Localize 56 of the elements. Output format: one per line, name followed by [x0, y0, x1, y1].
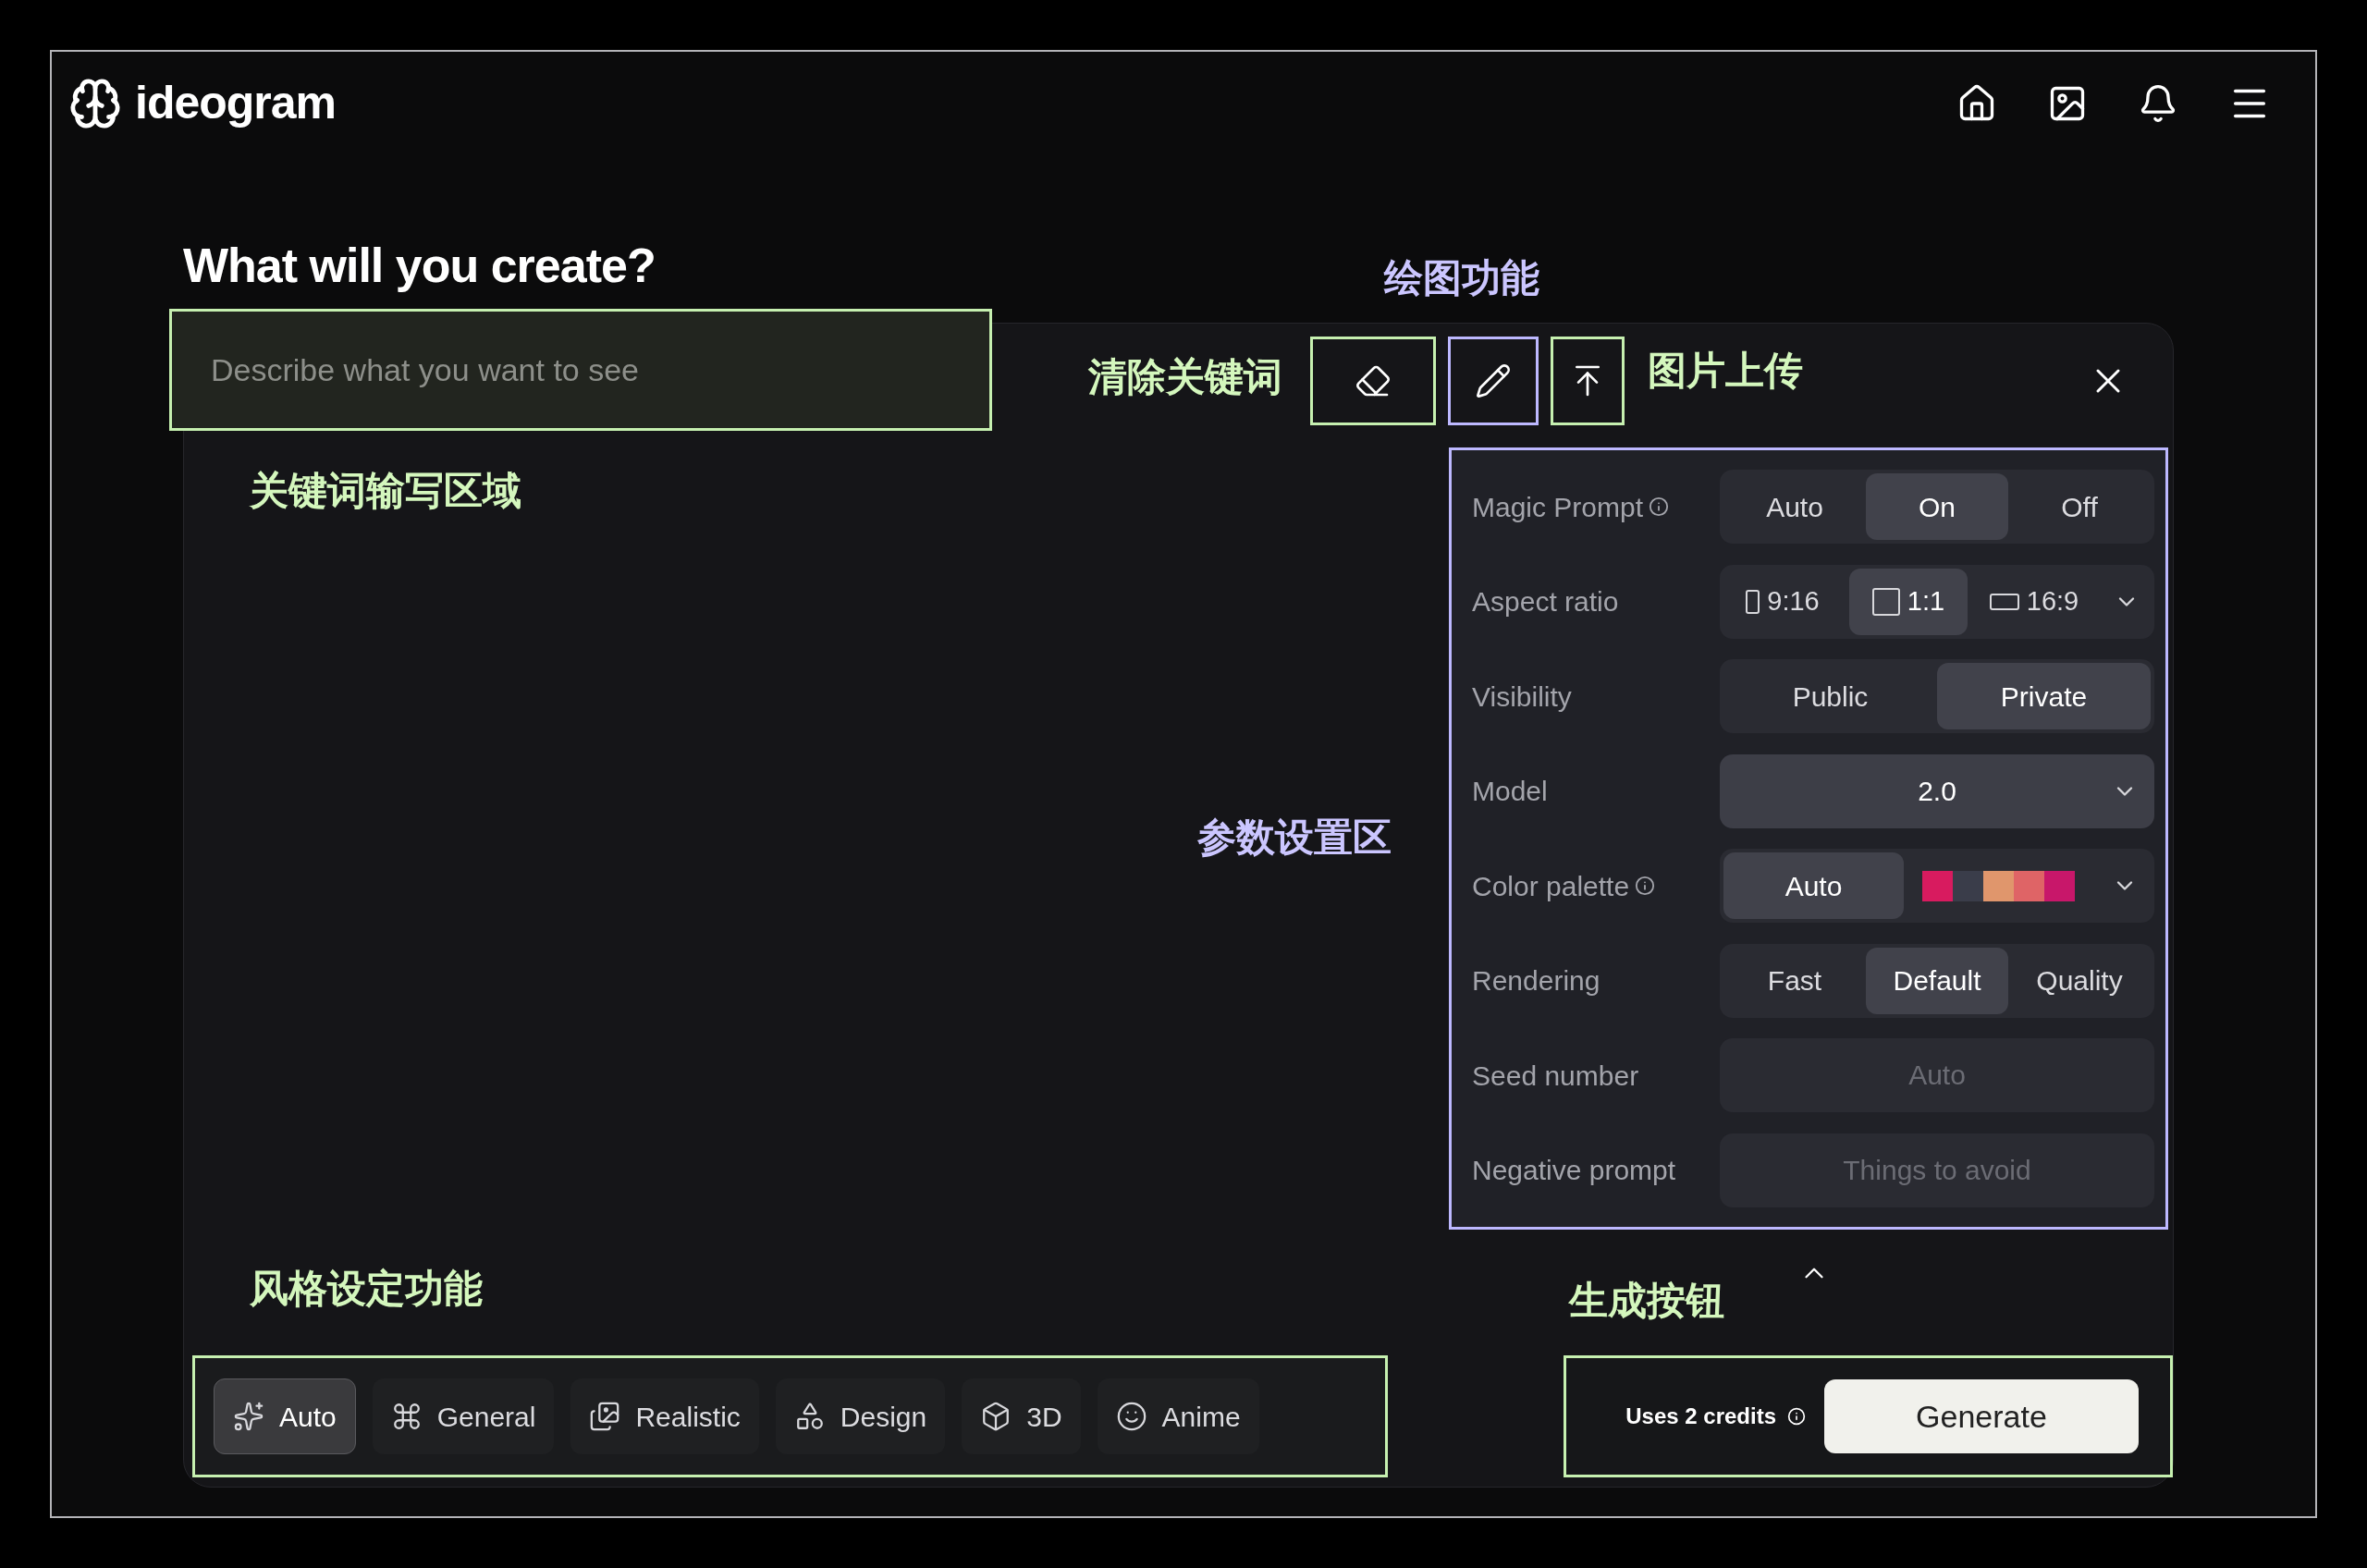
setting-label: Model [1472, 775, 1548, 809]
info-icon[interactable] [1635, 876, 1656, 897]
aspect-option[interactable]: 9:16 [1723, 568, 1842, 635]
setting-label: Rendering [1472, 964, 1600, 998]
portrait-icon [1746, 589, 1760, 614]
style-option[interactable]: Realistic [570, 1378, 759, 1454]
annotation-label: 参数设置区 [1197, 818, 1392, 857]
photos-icon [589, 1401, 621, 1432]
face-icon [1115, 1401, 1147, 1432]
segment-option[interactable]: On [1866, 473, 2008, 541]
segment-option[interactable]: Quality [2008, 947, 2151, 1014]
sparkles-icon [233, 1401, 264, 1432]
segment-option[interactable]: Auto [1723, 473, 1866, 541]
style-option[interactable]: Design [775, 1378, 946, 1454]
style-option[interactable]: General [372, 1378, 555, 1454]
segment-option[interactable]: Private [1937, 663, 2151, 730]
annotation-label: 关键词输写区域 [250, 472, 521, 510]
setting-label: Magic Prompt [1472, 490, 1644, 524]
credits-text: Uses 2 credits [1625, 1403, 1776, 1430]
auto-palette-button[interactable]: Auto [1723, 852, 1904, 920]
setting-label: Visibility [1472, 680, 1572, 714]
prompt-field[interactable]: Describe what you want to see [169, 309, 992, 431]
aspect-option[interactable]: 1:1 [1849, 568, 1968, 635]
annotation-label: 图片上传 [1648, 351, 1803, 390]
square-icon [1871, 587, 1900, 616]
info-icon[interactable] [1649, 496, 1670, 518]
segment-option[interactable]: Public [1723, 663, 1937, 730]
annotation-label: 绘图功能 [1384, 259, 1539, 298]
eraser-button[interactable] [1310, 337, 1436, 425]
landscape-icon [1989, 593, 2019, 610]
model-select[interactable]: 2.0 [1720, 753, 2154, 828]
text-field[interactable]: Things to avoid [1720, 1133, 2154, 1207]
segment-option[interactable]: Default [1866, 947, 2008, 1014]
ratio-label: 16:9 [2026, 585, 2079, 618]
setting-label: Color palette [1472, 869, 1630, 903]
upload-button[interactable] [1551, 337, 1625, 425]
text-field[interactable]: Auto [1720, 1038, 2154, 1113]
setting-label: Aspect ratio [1472, 585, 1619, 619]
generate-button[interactable]: Generate [1824, 1379, 2139, 1453]
segment-option[interactable]: Fast [1723, 947, 1866, 1014]
pencil-icon [1475, 362, 1512, 399]
setting-label: Negative prompt [1472, 1154, 1676, 1188]
style-option[interactable]: Auto [214, 1378, 356, 1454]
logo-text[interactable]: ideogram [135, 68, 337, 138]
aspect-option[interactable]: 16:9 [1975, 568, 2093, 635]
annotation-label: 风格设定功能 [250, 1269, 483, 1308]
ratio-label: 1:1 [1907, 585, 1945, 618]
annotation-label: 生成按钮 [1569, 1281, 1724, 1320]
logo-icon [68, 76, 122, 130]
segment-option[interactable]: Off [2008, 473, 2151, 541]
style-option[interactable]: 3D [962, 1378, 1081, 1454]
annotation-label: 清除关键词 [1088, 358, 1282, 397]
setting-label: Seed number [1472, 1059, 1639, 1093]
pencil-button[interactable] [1448, 337, 1539, 425]
ratio-label: 9:16 [1767, 585, 1820, 618]
style-option[interactable]: Anime [1097, 1378, 1259, 1454]
